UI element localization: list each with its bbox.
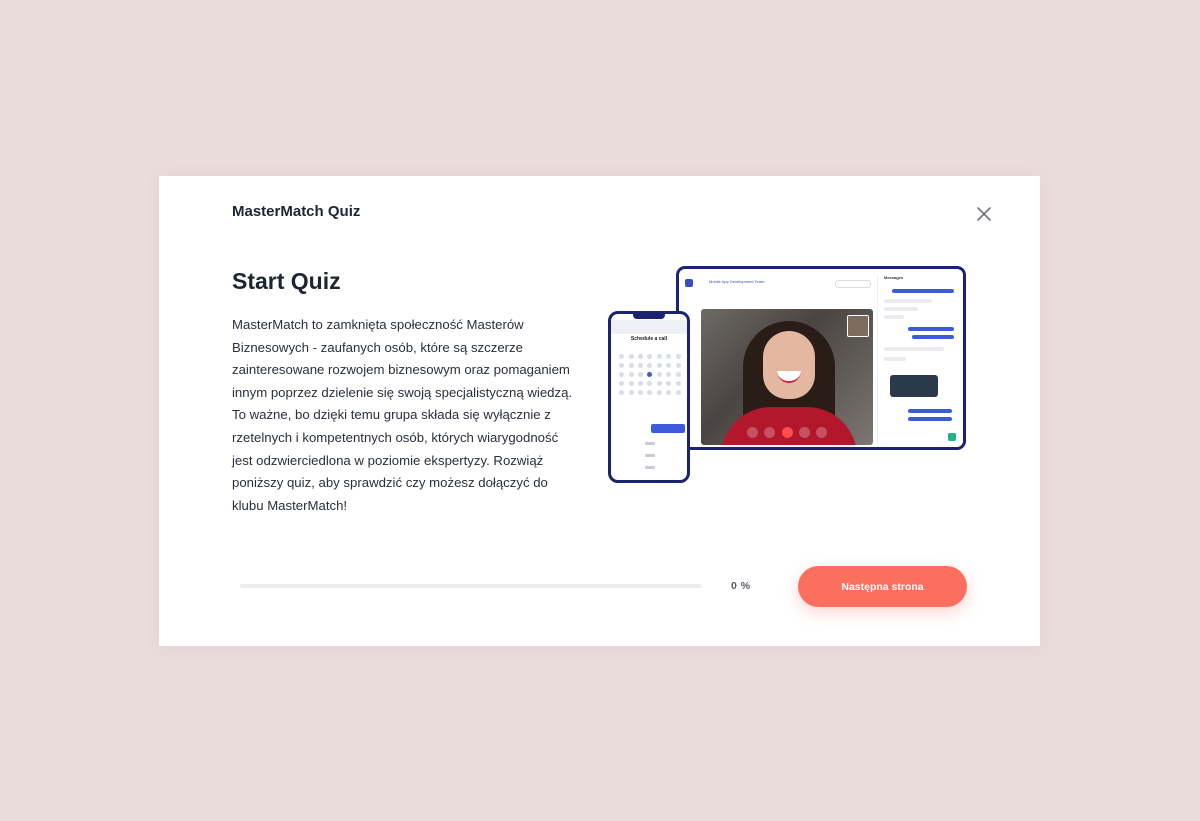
description-line: MasterMatch to zamknięta społeczność Mas…	[232, 317, 524, 332]
call-controls	[747, 427, 827, 439]
description-line: poniższy quiz, aby sprawdzić czy możesz …	[232, 475, 548, 491]
next-page-button[interactable]: Następna strona	[798, 566, 967, 607]
mic-icon	[747, 427, 758, 438]
tablet-app-title: Mobile App Development Team	[709, 279, 765, 284]
chat-image	[890, 375, 938, 397]
camera-icon	[764, 427, 776, 438]
page-heading: Start Quiz	[232, 268, 341, 294]
description-line: zainteresowane rozwojem biznesowym oraz …	[232, 362, 570, 378]
app-logo-icon	[685, 279, 693, 287]
progress-percent: 0 %	[731, 580, 751, 592]
chat-header: Messages	[884, 275, 904, 280]
tablet-header: Mobile App Development Team	[685, 275, 875, 303]
progress-bar	[240, 584, 702, 588]
tablet-mockup: Mobile App Development Team Messages	[676, 266, 966, 450]
end-call-icon	[781, 427, 793, 438]
close-icon	[977, 207, 991, 221]
quiz-modal: MasterMatch Quiz Start Quiz MasterMatch …	[159, 176, 1040, 646]
tablet-pill	[835, 280, 871, 288]
description-line: klubu MasterMatch!	[232, 497, 348, 513]
participant-thumbnail	[847, 315, 869, 337]
video-call-image	[701, 309, 873, 445]
confirm-slot	[651, 424, 685, 433]
phone-title: Schedule a call	[630, 336, 668, 342]
phone-mockup: Schedule a call	[608, 311, 690, 483]
description-line: jest odzwierciedlona w poziomie eksperty…	[232, 452, 544, 468]
app-illustration: Mobile App Development Team Messages Sch…	[608, 266, 970, 486]
modal-title: MasterMatch Quiz	[232, 203, 361, 220]
description-line: To ważne, bo dzięki temu grupa składa si…	[232, 407, 551, 423]
close-button[interactable]	[973, 203, 995, 225]
more-icon	[816, 427, 827, 438]
share-icon	[798, 427, 810, 438]
description-line: innym poprzez dzielenie się swoją specja…	[232, 384, 573, 400]
chat-panel: Messages	[877, 275, 960, 447]
quiz-description: MasterMatch to zamknięta społeczność Mas…	[232, 314, 602, 517]
description-line: rzetelnych i kompetentnych osób, których…	[232, 429, 559, 445]
description-line: Biznesowych - zaufanych osób, które są s…	[232, 339, 523, 355]
calendar-grid	[617, 354, 683, 395]
send-icon	[948, 433, 956, 441]
